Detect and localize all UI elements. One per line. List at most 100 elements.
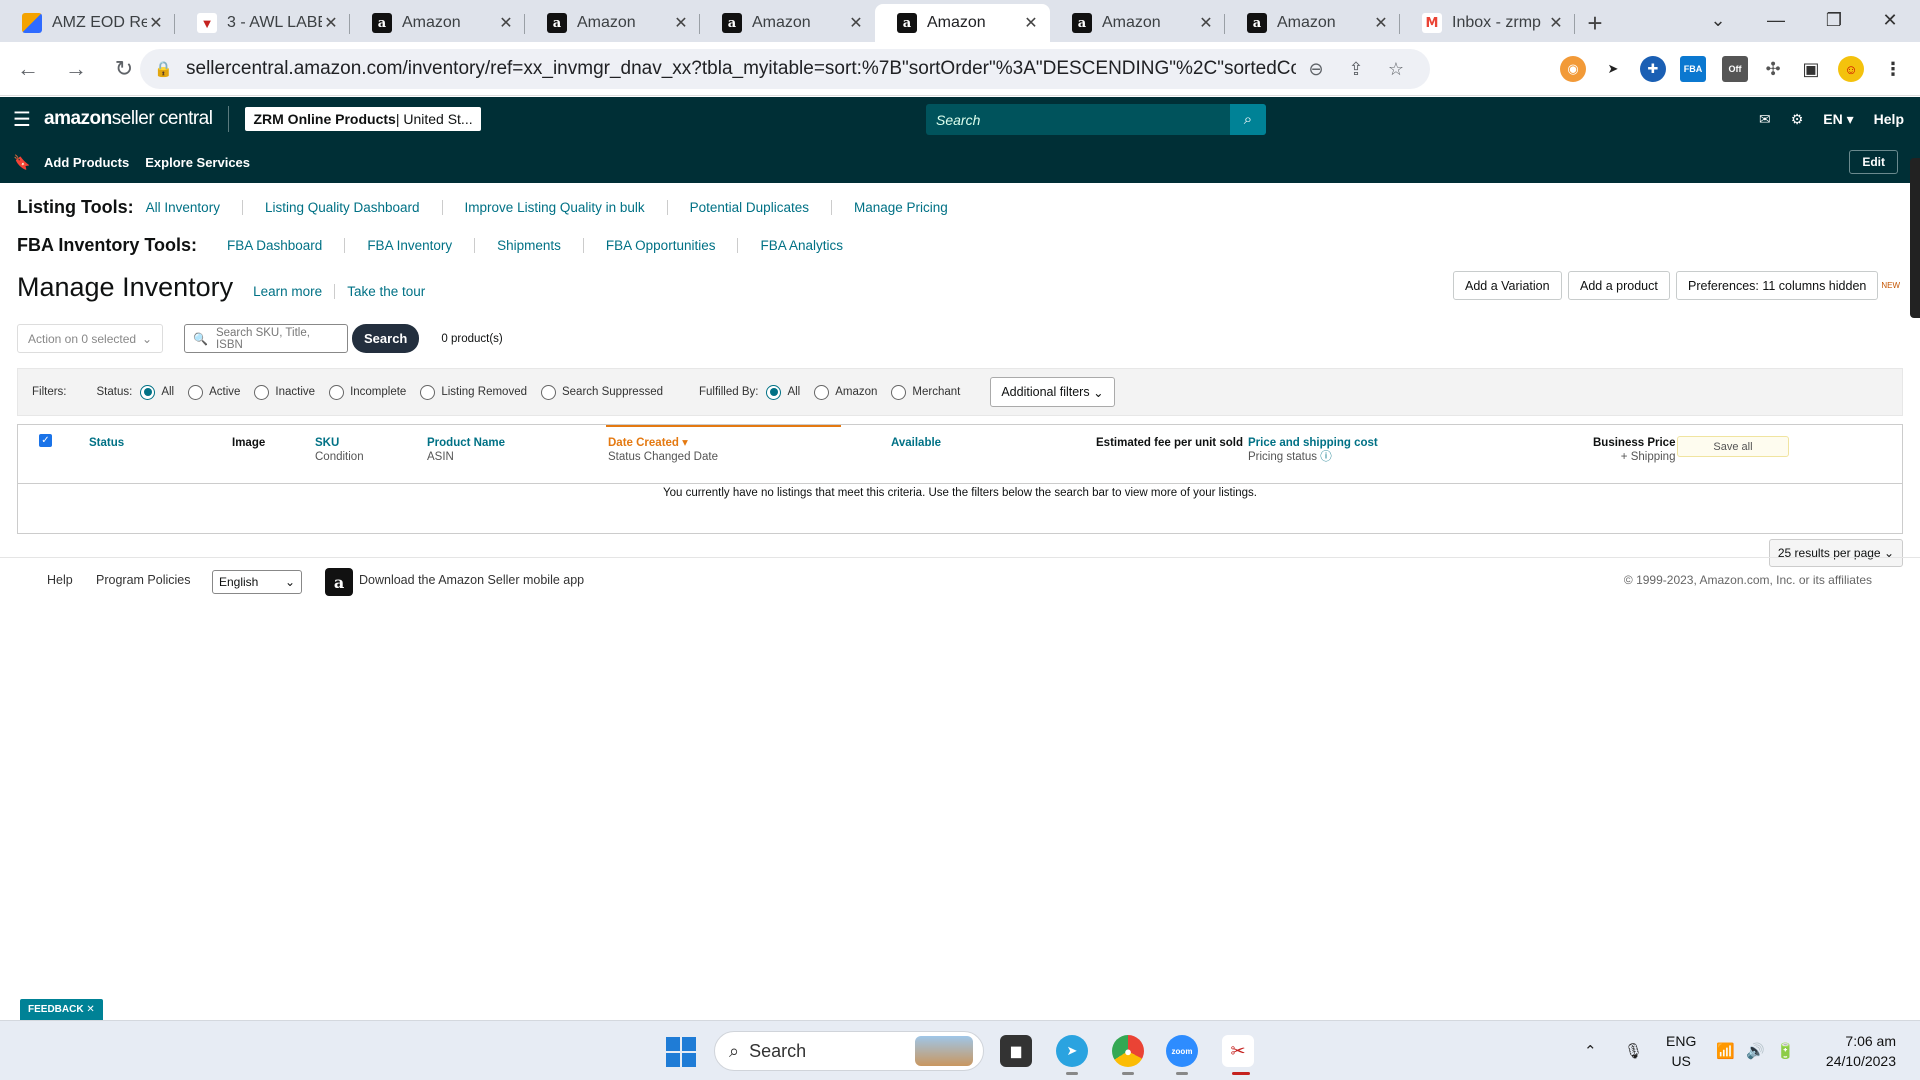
fba-opportunities-link[interactable]: FBA Opportunities [582,237,738,253]
fulfilled-radio-all[interactable]: All [766,384,800,400]
volume-icon[interactable]: 🔊 [1746,1021,1765,1080]
browser-tab[interactable]: ▼ 3 - AWL LABE ✕ [175,4,350,42]
column-status[interactable]: Status [89,436,124,450]
browser-tab[interactable]: Amazon ✕ [525,4,700,42]
fulfilled-radio-merchant[interactable]: Merchant [891,384,960,400]
status-radio-listing-removed[interactable]: Listing Removed [420,384,527,400]
header-search[interactable]: Search ⌕ [926,104,1266,135]
bookmark-icon[interactable]: 🔖 [0,154,44,171]
forward-icon[interactable]: → [56,56,96,82]
close-icon[interactable]: ✕ [497,13,515,33]
file-explorer-icon[interactable]: ▆ [1000,1035,1032,1067]
url-text[interactable]: sellercentral.amazon.com/inventory/ref=x… [186,58,1296,80]
seller-central-logo[interactable]: amazon seller central [44,106,230,132]
system-clock[interactable]: 7:06 am 24/10/2023 [1826,1031,1896,1071]
browser-tab[interactable]: M Inbox - zrmp ✕ [1400,4,1575,42]
bookmark-star-icon[interactable]: ☆ [1376,59,1416,80]
extension-fba-icon[interactable]: FBA [1680,56,1706,82]
browser-tab[interactable]: Amazon ✕ [1225,4,1400,42]
preferences-button[interactable]: Preferences: 11 columns hidden [1676,271,1879,300]
microphone-icon[interactable]: 🎙 [1624,1021,1643,1080]
listing-quality-dashboard-link[interactable]: Listing Quality Dashboard [241,199,442,215]
language-selector[interactable]: EN ▾ [1823,111,1853,128]
info-icon[interactable]: ⓘ [1320,451,1332,463]
hamburger-menu-icon[interactable]: ☰ [0,107,44,132]
close-icon[interactable]: ✕ [847,13,865,33]
extensions-puzzle-icon[interactable]: ✣ [1760,56,1786,82]
tab-search-chevron-icon[interactable]: ⌄ [1690,0,1746,40]
status-radio-incomplete[interactable]: Incomplete [329,384,406,400]
download-app-link[interactable]: Download the Amazon Seller mobile app [359,573,584,587]
all-inventory-link[interactable]: All Inventory [146,200,242,215]
extension-blue-icon[interactable]: ✚ [1640,56,1666,82]
extension-orange-icon[interactable]: ◉ [1560,56,1586,82]
status-radio-search-suppressed[interactable]: Search Suppressed [540,384,663,400]
close-icon[interactable]: ✕ [1022,13,1040,33]
telegram-icon[interactable]: ➤ [1056,1035,1088,1067]
close-icon[interactable]: ✕ [1197,13,1215,33]
close-icon[interactable]: ✕ [672,13,690,33]
shipments-link[interactable]: Shipments [474,237,583,253]
column-sku[interactable]: SKU Condition [315,436,364,464]
new-tab-button[interactable]: + [1575,4,1615,42]
add-variation-button[interactable]: Add a Variation [1453,271,1562,300]
footer-help-link[interactable]: Help [47,573,73,587]
browser-tab[interactable]: Amazon ✕ [700,4,875,42]
status-radio-active[interactable]: Active [188,384,240,400]
learn-more-link[interactable]: Learn more [241,284,334,299]
close-icon[interactable]: ✕ [1547,13,1565,33]
window-close-icon[interactable]: ✕ [1862,0,1918,40]
browser-tab[interactable]: Amazon ✕ [1050,4,1225,42]
battery-icon[interactable]: 🔋 [1776,1021,1795,1080]
show-hidden-icons-chevron-icon[interactable]: ⌃ [1584,1021,1597,1080]
search-icon[interactable]: ⌕ [1230,104,1266,135]
lock-icon[interactable]: 🔒 [154,60,173,78]
inventory-search-button[interactable]: Search [352,324,420,353]
footer-language-select[interactable]: English ⌄ [212,570,302,594]
taskbar-search[interactable]: ⌕ Search [714,1031,984,1071]
profile-avatar[interactable]: ☺ [1838,56,1864,82]
column-price-shipping[interactable]: Price and shipping cost Pricing status ⓘ [1248,436,1378,464]
inventory-search-input[interactable]: 🔍 Search SKU, Title, ISBN [184,324,348,353]
help-link[interactable]: Help [1874,111,1904,127]
feedback-button[interactable]: FEEDBACK ✕ [20,999,103,1020]
improve-listing-quality-link[interactable]: Improve Listing Quality in bulk [441,199,667,215]
mail-icon[interactable]: ✉ [1759,111,1771,128]
zoom-icon[interactable]: zoom [1166,1035,1198,1067]
close-icon[interactable]: ✕ [1372,13,1390,33]
store-selector[interactable]: ZRM Online Products | United St... [245,107,481,131]
windows-start-icon[interactable] [666,1037,696,1067]
wifi-icon[interactable]: 📶 [1716,1021,1735,1080]
fba-analytics-link[interactable]: FBA Analytics [737,237,865,253]
bulk-action-dropdown[interactable]: Action on 0 selected ⌄ [17,324,163,353]
reload-icon[interactable]: ↻ [104,56,144,82]
restore-icon[interactable]: ❐ [1806,0,1862,40]
fba-inventory-link[interactable]: FBA Inventory [344,237,474,253]
column-date-created[interactable]: Date Created ▾ Status Changed Date [608,436,718,464]
potential-duplicates-link[interactable]: Potential Duplicates [666,199,831,215]
gear-icon[interactable]: ⚙ [1791,111,1804,128]
add-product-button[interactable]: Add a product [1568,271,1670,300]
chrome-icon[interactable]: ● [1112,1035,1144,1067]
status-radio-all[interactable]: All [140,384,174,400]
manage-pricing-link[interactable]: Manage Pricing [830,199,970,215]
column-available[interactable]: Available [891,436,941,450]
side-scroll-handle[interactable] [1910,158,1920,318]
additional-filters-dropdown[interactable]: Additional filters ⌄ [990,377,1115,407]
share-icon[interactable]: ⇪ [1336,59,1376,80]
add-products-link[interactable]: Add Products [44,155,129,170]
header-search-input[interactable]: Search [926,112,1230,128]
select-all-checkbox[interactable]: ✓ [39,434,52,447]
url-omnibox[interactable]: 🔒 sellercentral.amazon.com/inventory/ref… [140,49,1430,89]
side-panel-icon[interactable]: ▣ [1798,56,1824,82]
take-tour-link[interactable]: Take the tour [334,284,437,299]
minimize-icon[interactable]: — [1748,0,1804,40]
browser-menu-icon[interactable]: ⋮ [1880,56,1906,82]
column-product-name[interactable]: Product Name ASIN [427,436,505,464]
fba-dashboard-link[interactable]: FBA Dashboard [227,238,344,253]
edit-button[interactable]: Edit [1849,150,1898,174]
snipping-tool-icon[interactable]: ✂ [1222,1035,1254,1067]
close-icon[interactable]: ✕ [322,13,340,33]
save-all-button[interactable]: Save all [1677,436,1789,457]
status-radio-inactive[interactable]: Inactive [254,384,315,400]
